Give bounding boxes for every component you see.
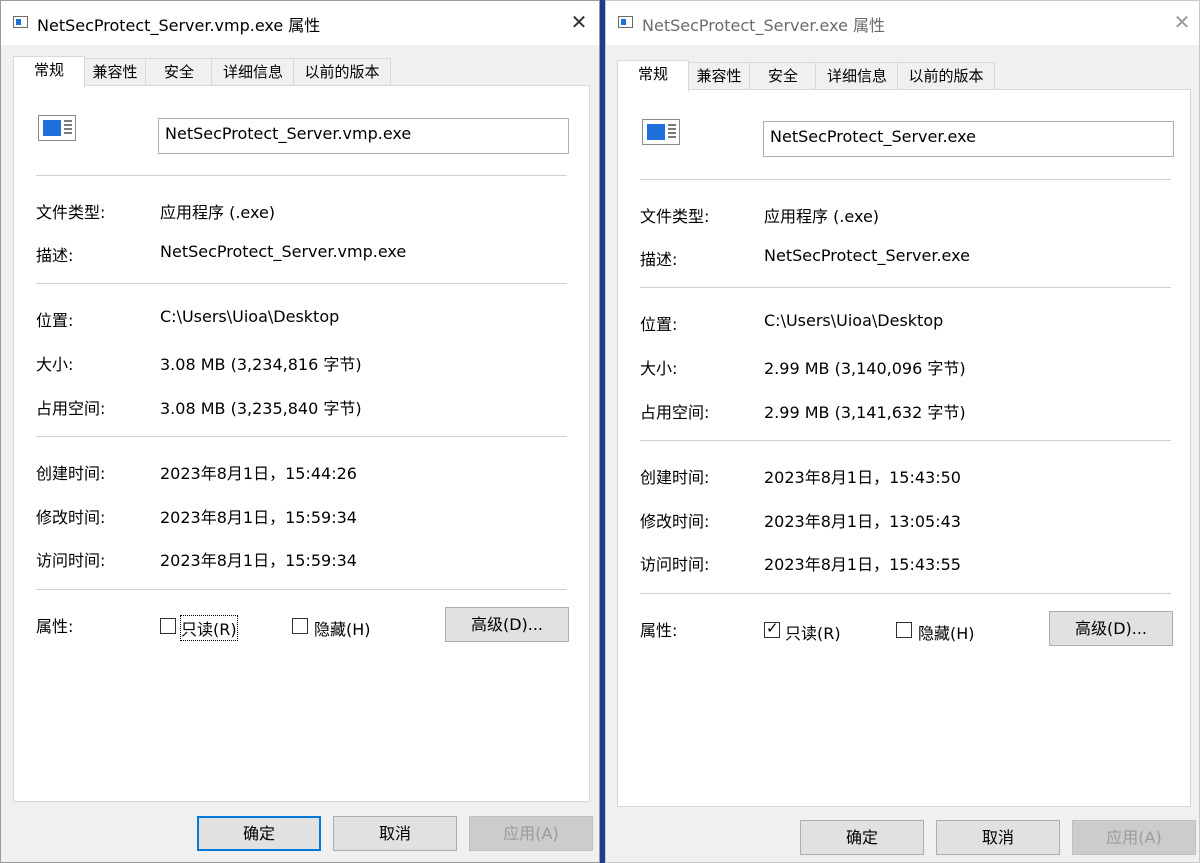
file-type-label: 文件类型: (640, 207, 710, 226)
modified-value: 2023年8月1日，15:59:34 (160, 508, 357, 527)
window-title: NetSecProtect_Server.exe 属性 (642, 16, 886, 35)
accessed-value: 2023年8月1日，15:59:34 (160, 551, 357, 570)
title-bar[interactable]: NetSecProtect_Server.vmp.exe 属性 ✕ (1, 1, 599, 45)
size-label: 大小: (640, 359, 678, 378)
description-label: 描述: (640, 250, 678, 269)
location-value: C:\Users\Uioa\Desktop (764, 311, 944, 330)
divider (36, 175, 567, 176)
divider (36, 283, 567, 284)
tab-security[interactable]: 安全 (749, 62, 817, 89)
cancel-button[interactable]: 取消 (936, 820, 1060, 855)
file-type-label: 文件类型: (36, 203, 106, 222)
readonly-checkbox[interactable] (764, 619, 780, 638)
tab-general[interactable]: 常规 (617, 60, 689, 92)
size-on-disk-label: 占用空间: (36, 399, 106, 418)
general-panel: NetSecProtect_Server.vmp.exe 文件类型: 应用程序 … (13, 85, 590, 802)
exe-file-icon (38, 115, 76, 141)
accessed-label: 访问时间: (640, 555, 710, 574)
size-label: 大小: (36, 355, 74, 374)
ok-button[interactable]: 确定 (800, 820, 924, 855)
description-label: 描述: (36, 246, 74, 265)
apply-button[interactable]: 应用(A) (1072, 820, 1196, 855)
modified-value: 2023年8月1日，13:05:43 (764, 512, 961, 531)
general-panel: NetSecProtect_Server.exe 文件类型: 应用程序 (.ex… (617, 89, 1191, 807)
location-label: 位置: (640, 315, 678, 334)
file-type-value: 应用程序 (.exe) (764, 207, 880, 226)
readonly-checkbox[interactable] (160, 618, 176, 634)
modified-label: 修改时间: (36, 508, 106, 527)
hidden-checkbox[interactable] (896, 622, 912, 638)
created-value: 2023年8月1日，15:44:26 (160, 464, 357, 483)
filename-field[interactable]: NetSecProtect_Server.exe (763, 121, 1174, 157)
advanced-button[interactable]: 高级(D)... (1049, 611, 1173, 646)
tab-previous-versions[interactable]: 以前的版本 (897, 62, 995, 89)
attributes-label: 属性: (36, 617, 74, 636)
advanced-button[interactable]: 高级(D)... (445, 607, 569, 642)
tab-compatibility[interactable]: 兼容性 (687, 62, 751, 89)
divider (36, 436, 567, 437)
size-on-disk-value: 2.99 MB (3,141,632 字节) (764, 403, 966, 422)
hidden-checkbox[interactable] (292, 618, 308, 634)
readonly-label[interactable]: 只读(R) (785, 620, 841, 644)
cancel-button[interactable]: 取消 (333, 816, 457, 851)
description-value: NetSecProtect_Server.exe (764, 246, 970, 265)
divider (640, 179, 1171, 180)
divider (640, 440, 1171, 441)
hidden-label[interactable]: 隐藏(H) (918, 620, 975, 644)
size-value: 3.08 MB (3,234,816 字节) (160, 355, 362, 374)
accessed-value: 2023年8月1日，15:43:55 (764, 555, 961, 574)
divider (36, 589, 567, 590)
size-value: 2.99 MB (3,140,096 字节) (764, 359, 966, 378)
properties-window-left: NetSecProtect_Server.vmp.exe 属性 ✕ 常规 兼容性… (0, 0, 600, 863)
exe-file-icon (642, 119, 680, 145)
title-bar[interactable]: NetSecProtect_Server.exe 属性 ✕ (606, 1, 1199, 45)
description-value: NetSecProtect_Server.vmp.exe (160, 242, 407, 261)
location-value: C:\Users\Uioa\Desktop (160, 307, 340, 326)
created-label: 创建时间: (640, 468, 710, 487)
tab-general[interactable]: 常规 (13, 56, 85, 88)
close-icon[interactable]: ✕ (1170, 10, 1194, 34)
accessed-label: 访问时间: (36, 551, 106, 570)
divider (640, 593, 1171, 594)
window-title: NetSecProtect_Server.vmp.exe 属性 (37, 16, 321, 35)
hidden-label[interactable]: 隐藏(H) (314, 616, 371, 640)
tab-details[interactable]: 详细信息 (211, 58, 295, 85)
app-window-icon (13, 16, 28, 28)
divider (640, 287, 1171, 288)
tab-details[interactable]: 详细信息 (815, 62, 899, 89)
modified-label: 修改时间: (640, 512, 710, 531)
attributes-label: 属性: (640, 621, 678, 640)
tab-compatibility[interactable]: 兼容性 (83, 58, 147, 85)
created-value: 2023年8月1日，15:43:50 (764, 468, 961, 487)
close-icon[interactable]: ✕ (567, 10, 591, 34)
properties-window-right: NetSecProtect_Server.exe 属性 ✕ 常规 兼容性 安全 … (605, 0, 1200, 863)
size-on-disk-label: 占用空间: (640, 403, 710, 422)
apply-button[interactable]: 应用(A) (469, 816, 593, 851)
created-label: 创建时间: (36, 464, 106, 483)
file-type-value: 应用程序 (.exe) (160, 203, 276, 222)
ok-button[interactable]: 确定 (197, 816, 321, 851)
readonly-label[interactable]: 只读(R) (180, 615, 238, 641)
tab-security[interactable]: 安全 (145, 58, 213, 85)
size-on-disk-value: 3.08 MB (3,235,840 字节) (160, 399, 362, 418)
filename-field[interactable]: NetSecProtect_Server.vmp.exe (158, 118, 569, 154)
app-window-icon (618, 16, 633, 28)
location-label: 位置: (36, 311, 74, 330)
tab-previous-versions[interactable]: 以前的版本 (293, 58, 391, 85)
